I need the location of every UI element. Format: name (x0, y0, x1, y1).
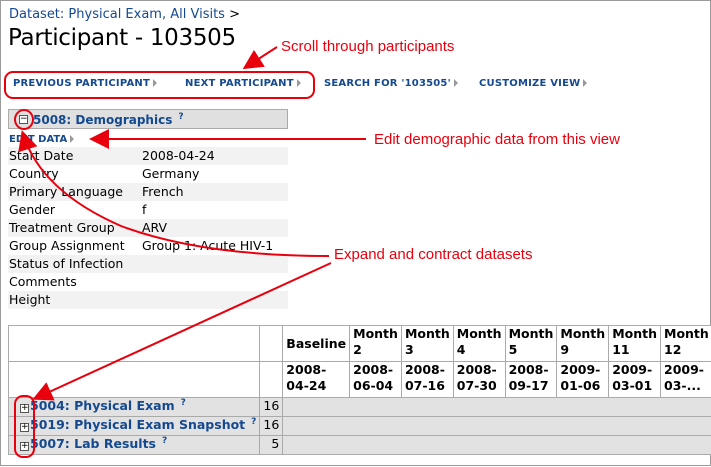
arrow-expand (36, 263, 331, 398)
arrow-collapse (23, 134, 329, 256)
arrow-scroll (246, 47, 277, 67)
annotation-arrows (1, 1, 711, 467)
